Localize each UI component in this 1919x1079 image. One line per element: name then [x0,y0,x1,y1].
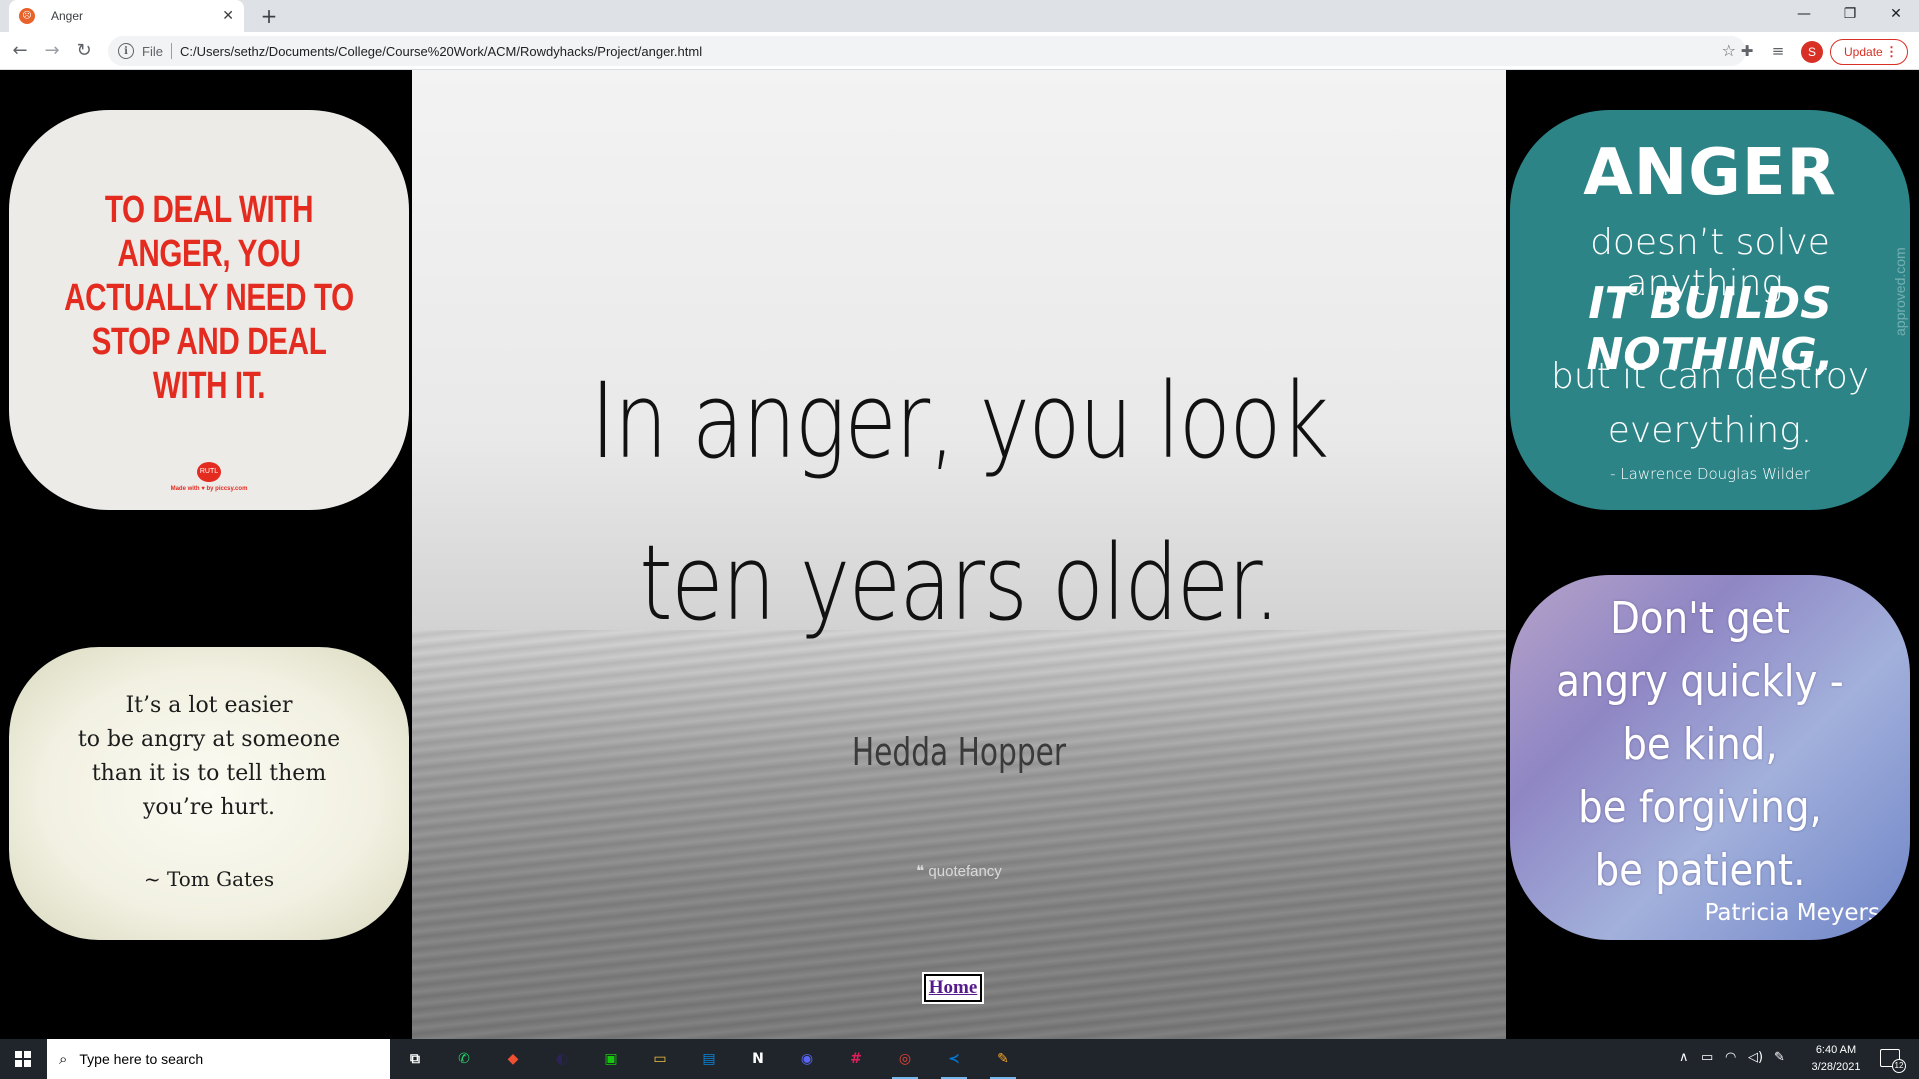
notion-icon[interactable]: N [743,1044,773,1074]
store-icon[interactable]: ▤ [694,1044,724,1074]
clock-date: 3/28/2021 [1811,1061,1861,1073]
chrome-icon[interactable]: ◎ [890,1044,920,1079]
terminal-icon[interactable]: ▣ [596,1044,626,1074]
vscode-icon[interactable]: ≺ [939,1044,969,1079]
page-content: In anger, you look ten years older. Hedd… [0,70,1919,1039]
quote-author: Patricia Meyers [1704,900,1880,926]
quote-title: ANGER [1583,136,1837,210]
quote-line: Don't get [1610,593,1790,644]
quote-author: - Lawrence Douglas Wilder [1610,465,1810,483]
home-link[interactable]: Home [924,974,982,1002]
file-explorer-icon[interactable]: ▭ [645,1044,675,1074]
site-info-icon[interactable]: i [118,43,134,59]
taskbar-clock[interactable]: 6:40 AM 3/28/2021 [1800,1042,1872,1076]
quote-line: everything. [1607,410,1813,451]
quote-line: be kind, [1622,719,1778,770]
quote-line: be patient. [1594,845,1806,896]
quote-line: to be angry at someone [77,727,341,752]
quote-card-wilder: ANGER doesn’t solve anything. IT BUILDS … [1510,110,1910,510]
quote-author: ~ Tom Gates [143,867,275,891]
quote-card-patricia-meyers: Don't get angry quickly - be kind, be fo… [1510,575,1910,940]
show-hidden-icons[interactable]: ∧ [1679,1050,1689,1065]
url-text[interactable]: C:/Users/sethz/Documents/College/Course%… [180,44,702,59]
notification-count: 12 [1892,1059,1906,1073]
restore-button[interactable]: ❐ [1827,0,1873,28]
quote-line: than it is to tell them [91,761,327,786]
quote-text: TO DEAL WITH ANGER, YOU ACTUALLY NEED TO… [53,188,365,408]
clock-time: 6:40 AM [1815,1044,1857,1056]
quotefancy-watermark: ❝ quotefancy [916,863,1002,880]
wifi-icon[interactable]: ◠ [1725,1050,1736,1065]
close-window-button[interactable]: ✕ [1873,0,1919,28]
tab-strip: ☹ Anger ✕ + — ❐ ✕ [0,0,1919,32]
speech-bubble-logo: RUTL [197,462,221,482]
profile-avatar[interactable]: S [1801,41,1823,63]
quote-line: WITH IT. [152,365,266,407]
browser-toolbar: ← → ↻ i File C:/Users/sethz/Documents/Co… [0,32,1919,70]
task-view-icon[interactable]: ⧉ [400,1044,430,1074]
quote-line: STOP AND DEAL [91,321,327,363]
battery-icon[interactable]: ▭ [1701,1050,1713,1065]
quote-line: but it can destroy [1550,356,1870,397]
back-button[interactable]: ← [7,38,33,64]
url-separator [170,43,172,59]
extensions-icon[interactable]: ✚ [1737,41,1757,61]
search-placeholder: Type here to search [79,1051,204,1067]
volume-icon[interactable]: ◁) [1748,1050,1763,1065]
notification-center-icon[interactable]: 12 [1880,1049,1906,1073]
approved-watermark: approved.com [1892,247,1908,336]
quote-line: TO DEAL WITH [104,189,314,231]
reload-button[interactable]: ↻ [71,38,97,64]
quote-line: be forgiving, [1578,782,1822,833]
update-button[interactable]: Update ⋮ [1830,39,1908,65]
pen-icon[interactable]: ✎ [1774,1050,1785,1065]
quote-line: you’re hurt. [142,795,276,820]
quote-card-deal-with-anger: TO DEAL WITH ANGER, YOU ACTUALLY NEED TO… [9,110,409,510]
center-quote-line: In anger, you look [590,360,1329,482]
discord-icon[interactable]: ◉ [792,1044,822,1074]
bookmark-star-icon[interactable]: ☆ [1722,41,1736,60]
eclipse-icon[interactable]: ◐ [547,1044,577,1074]
quote-line: It’s a lot easier [125,693,293,718]
address-bar[interactable]: i File C:/Users/sethz/Documents/College/… [108,36,1746,66]
git-icon[interactable]: ◆ [498,1044,528,1074]
forward-button[interactable]: → [39,38,65,64]
new-tab-button[interactable]: + [257,4,281,28]
angry-face-icon: ☹ [19,8,35,24]
minimize-button[interactable]: — [1781,0,1827,28]
tab-title: Anger [51,9,84,23]
windows-taskbar: ⌕ Type here to search ⧉ ✆ ◆ ◐ ▣ ▭ ▤ N ◉ # ◎ ≺ ✎ ∧ ▭ … [0,1039,1919,1079]
more-menu-icon[interactable]: ⋮ [1885,44,1898,60]
start-button[interactable] [0,1039,46,1079]
paint-icon[interactable]: ✎ [988,1044,1018,1079]
tab-anger[interactable]: ☹ Anger ✕ [9,0,244,32]
tab-close-icon[interactable]: ✕ [222,8,234,24]
url-scheme: File [142,43,163,59]
center-quote-text: In anger, you look ten years older. [510,340,1407,664]
center-quote-line: ten years older. [639,522,1280,644]
quote-line: ACTUALLY NEED TO [64,277,354,319]
quote-line: angry quickly - [1556,656,1844,707]
reading-list-icon[interactable]: ≡ [1768,41,1788,61]
whatsapp-icon[interactable]: ✆ [449,1044,479,1074]
quote-line: ANGER, YOU [117,233,301,275]
slack-icon[interactable]: # [841,1044,871,1074]
center-quote-image: In anger, you look ten years older. Hedd… [412,70,1506,1039]
made-with-credit: Made with ♥ by piccsy.com [170,486,248,492]
taskbar-search[interactable]: ⌕ Type here to search [47,1039,390,1079]
center-quote-author: Hedda Hopper [851,730,1067,774]
update-label: Update [1844,45,1883,59]
windows-logo-icon [15,1051,31,1067]
search-icon: ⌕ [59,1050,68,1068]
quote-text: It’s a lot easier to be angry at someone… [9,689,409,825]
quote-text: Don't get angry quickly - be kind, be fo… [1533,587,1867,902]
quote-card-tom-gates: It’s a lot easier to be angry at someone… [9,647,409,940]
